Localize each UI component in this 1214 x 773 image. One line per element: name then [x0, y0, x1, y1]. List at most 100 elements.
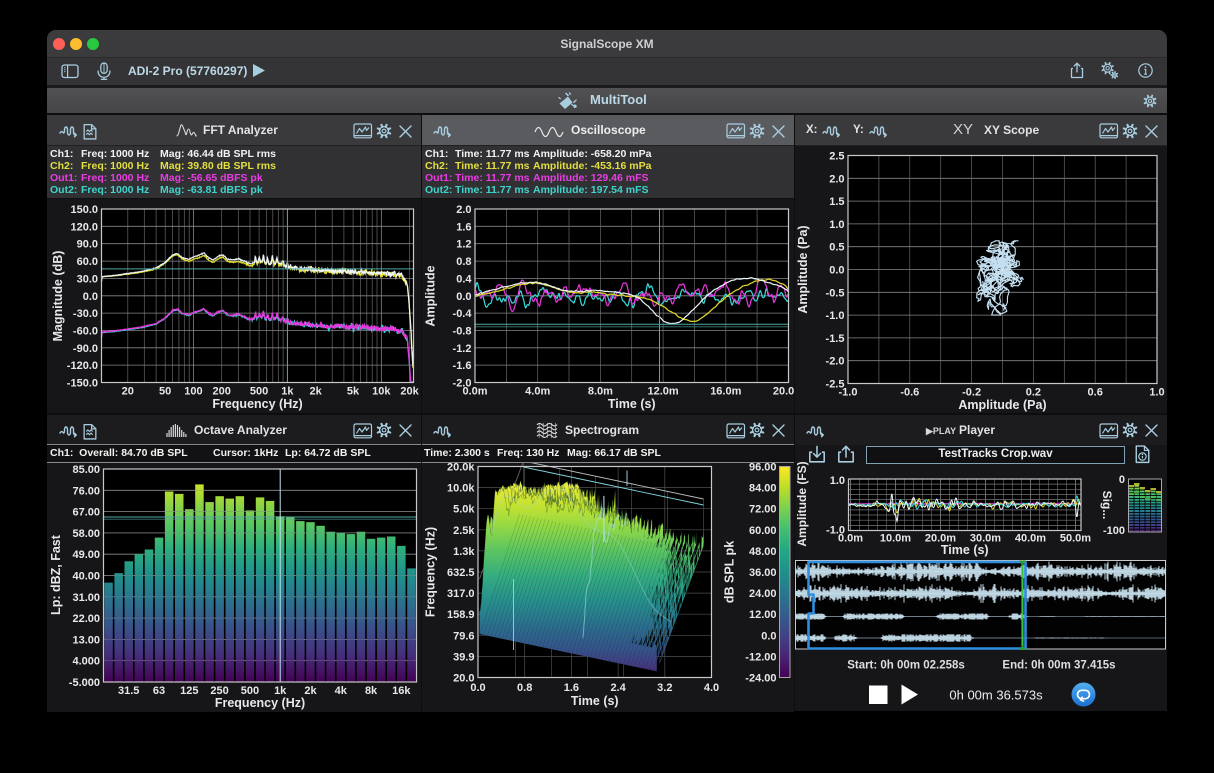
svg-text:20.0k: 20.0k [446, 463, 474, 474]
svg-text:2.5: 2.5 [829, 150, 844, 162]
svg-text:20: 20 [122, 386, 134, 398]
svg-text:Time (s): Time (s) [941, 543, 989, 557]
svg-text:24.00: 24.00 [748, 588, 776, 600]
svg-text:End: 0h 00m 37.415s: End: 0h 00m 37.415s [1002, 660, 1115, 672]
svg-text:-5.000: -5.000 [69, 677, 100, 689]
svg-text:0.8: 0.8 [456, 256, 471, 268]
svg-text:-1.0: -1.0 [839, 386, 858, 398]
svg-text:632.5: 632.5 [446, 567, 474, 579]
svg-text:50: 50 [159, 386, 171, 398]
svg-text:0.0m: 0.0m [462, 386, 487, 398]
svg-text:2k: 2k [310, 386, 323, 398]
svg-text:Amplitude (FS): Amplitude (FS) [795, 461, 809, 546]
svg-text:4k: 4k [335, 685, 348, 697]
svg-text:158.9: 158.9 [446, 609, 474, 621]
svg-text:Amplitude: Amplitude [423, 265, 437, 326]
svg-text:1.2: 1.2 [456, 239, 471, 251]
svg-text:2.5k: 2.5k [453, 525, 475, 537]
svg-text:50.0m: 50.0m [1060, 533, 1091, 545]
svg-text:1.0: 1.0 [1149, 386, 1164, 398]
svg-text:2.0: 2.0 [456, 204, 471, 216]
svg-text:-90.0: -90.0 [73, 343, 98, 355]
svg-text:10.0m: 10.0m [880, 533, 911, 545]
svg-text:0.0: 0.0 [829, 264, 844, 276]
svg-text:85.00: 85.00 [72, 464, 100, 476]
svg-text:-0.2: -0.2 [962, 386, 981, 398]
svg-text:49.00: 49.00 [72, 549, 100, 561]
svg-text:16k: 16k [392, 685, 411, 697]
svg-text:76.00: 76.00 [72, 485, 100, 497]
svg-text:4.000: 4.000 [72, 656, 100, 668]
svg-text:1.0: 1.0 [829, 218, 844, 230]
svg-text:200: 200 [213, 386, 231, 398]
svg-text:5.0k: 5.0k [453, 504, 475, 516]
svg-text:Sig...: Sig... [1100, 491, 1114, 520]
svg-text:2k: 2k [304, 685, 317, 697]
svg-text:1.6: 1.6 [563, 682, 578, 694]
svg-text:-1.2: -1.2 [452, 343, 471, 355]
svg-text:16.0m: 16.0m [710, 386, 741, 398]
svg-text:60.00: 60.00 [748, 525, 776, 537]
svg-text:dB SPL pk: dB SPL pk [722, 541, 736, 603]
svg-text:1.0: 1.0 [830, 475, 845, 487]
svg-text:-0.8: -0.8 [452, 325, 471, 337]
svg-text:79.6: 79.6 [453, 630, 474, 642]
svg-text:12.00: 12.00 [748, 609, 776, 621]
svg-text:39.9: 39.9 [453, 651, 474, 663]
svg-text:31.5: 31.5 [118, 685, 139, 697]
svg-text:10.0k: 10.0k [446, 483, 474, 495]
svg-text:317.0: 317.0 [446, 588, 474, 600]
svg-text:90.0: 90.0 [77, 239, 98, 251]
svg-text:0: 0 [1119, 474, 1125, 486]
svg-text:Magnitude (dB): Magnitude (dB) [51, 251, 65, 342]
svg-text:2.0: 2.0 [829, 173, 844, 185]
svg-text:96.00: 96.00 [748, 463, 776, 474]
svg-text:31.00: 31.00 [72, 592, 100, 604]
svg-text:500: 500 [250, 386, 268, 398]
svg-text:100: 100 [184, 386, 202, 398]
svg-text:72.00: 72.00 [748, 504, 776, 516]
svg-text:-1.6: -1.6 [452, 360, 471, 372]
svg-text:0.0: 0.0 [83, 291, 98, 303]
svg-text:Lp: dBZ, Fast: Lp: dBZ, Fast [49, 534, 63, 615]
svg-text:-30.0: -30.0 [73, 308, 98, 320]
svg-text:120.0: 120.0 [70, 221, 98, 233]
svg-text:-1.0: -1.0 [826, 310, 845, 322]
svg-text:12.0m: 12.0m [647, 386, 678, 398]
svg-text:30.0: 30.0 [77, 273, 98, 285]
svg-text:125: 125 [180, 685, 198, 697]
svg-text:67.00: 67.00 [72, 507, 100, 519]
svg-text:4.0: 4.0 [703, 682, 718, 694]
svg-text:22.00: 22.00 [72, 613, 100, 625]
svg-text:10k: 10k [372, 386, 391, 398]
svg-text:-150.0: -150.0 [67, 378, 98, 390]
svg-text:60.0: 60.0 [77, 256, 98, 268]
svg-text:0.4: 0.4 [456, 273, 472, 285]
svg-text:-0.4: -0.4 [452, 308, 472, 320]
svg-text:Frequency (Hz): Frequency (Hz) [212, 397, 302, 411]
svg-text:48.00: 48.00 [748, 546, 776, 558]
svg-text:0.6: 0.6 [1088, 386, 1103, 398]
svg-text:4.0m: 4.0m [525, 386, 550, 398]
svg-text:5k: 5k [347, 386, 360, 398]
svg-text:-1.5: -1.5 [826, 332, 845, 344]
svg-text:8k: 8k [365, 685, 378, 697]
svg-text:0.2: 0.2 [1026, 386, 1041, 398]
svg-text:0.8: 0.8 [517, 682, 532, 694]
svg-text:Time (s): Time (s) [607, 397, 655, 411]
svg-text:Frequency (Hz): Frequency (Hz) [215, 696, 305, 710]
svg-text:13.00: 13.00 [72, 634, 100, 646]
svg-text:1.6: 1.6 [456, 221, 471, 233]
svg-text:20k: 20k [400, 386, 419, 398]
svg-text:0.0: 0.0 [761, 630, 776, 642]
svg-text:0.0: 0.0 [470, 682, 485, 694]
svg-text:0h 00m 36.573s: 0h 00m 36.573s [949, 688, 1043, 703]
svg-text:-120.0: -120.0 [67, 360, 98, 372]
svg-text:2.4: 2.4 [610, 682, 626, 694]
svg-text:-24.00: -24.00 [745, 673, 776, 685]
svg-text:0.0: 0.0 [456, 291, 471, 303]
svg-text:Amplitude (Pa): Amplitude (Pa) [958, 398, 1046, 412]
svg-text:-0.5: -0.5 [826, 287, 845, 299]
svg-text:Amplitude (Pa): Amplitude (Pa) [796, 225, 810, 313]
svg-text:-0.6: -0.6 [900, 386, 919, 398]
